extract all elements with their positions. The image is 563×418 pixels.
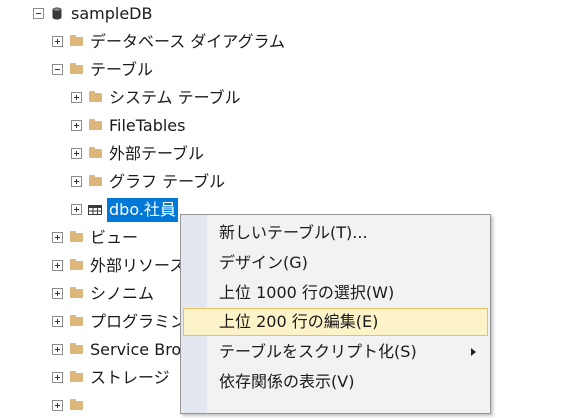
- folder-icon: [70, 231, 83, 242]
- menu-item-label: 上位 200 行の編集(E): [219, 312, 379, 331]
- expand-icon[interactable]: [71, 92, 82, 103]
- menu-item-label: 上位 1000 行の選択(W): [219, 283, 395, 302]
- tree-node-label: 外部テーブル: [109, 144, 205, 163]
- table-icon: [88, 205, 102, 215]
- expand-icon[interactable]: [71, 120, 82, 131]
- expand-icon[interactable]: [52, 260, 63, 271]
- folder-icon: [70, 259, 83, 270]
- menu-item-edit-top-200[interactable]: 上位 200 行の編集(E): [183, 308, 488, 336]
- database-icon: [52, 7, 62, 20]
- folder-icon: [70, 371, 83, 382]
- tree-node-label: ストレージ: [90, 368, 170, 387]
- tree-node-label: テーブル: [90, 60, 154, 79]
- tree-node-label: sampleDB: [71, 4, 153, 23]
- menu-item-design[interactable]: デザイン(G): [183, 249, 488, 277]
- expand-icon[interactable]: [52, 36, 63, 47]
- expand-icon[interactable]: [52, 232, 63, 243]
- expand-icon[interactable]: [71, 176, 82, 187]
- folder-icon: [70, 399, 83, 410]
- folder-icon: [70, 343, 83, 354]
- expand-icon[interactable]: [52, 400, 63, 411]
- menu-item-label: デザイン(G): [219, 253, 308, 272]
- menu-item-script-table[interactable]: テーブルをスクリプト化(S): [183, 338, 488, 366]
- menu-item-label: 新しいテーブル(T)...: [219, 223, 368, 242]
- menu-item-label: 依存関係の表示(V): [219, 372, 355, 391]
- menu-item-select-top-1000[interactable]: 上位 1000 行の選択(W): [183, 279, 488, 307]
- menu-item-view-dependencies[interactable]: 依存関係の表示(V): [183, 368, 488, 396]
- tree-node-label: シノニム: [90, 284, 155, 303]
- folder-icon: [89, 91, 102, 102]
- tree-node-label: 外部リソース: [90, 256, 186, 275]
- menu-item-new-table[interactable]: 新しいテーブル(T)...: [183, 219, 488, 247]
- collapse-icon[interactable]: [33, 8, 44, 19]
- folder-icon: [70, 63, 83, 74]
- tree-node-label: FileTables: [109, 116, 186, 135]
- folder-icon: [89, 175, 102, 186]
- folder-icon: [89, 119, 102, 130]
- expand-icon[interactable]: [71, 148, 82, 159]
- folder-icon: [70, 287, 83, 298]
- tree-node-label: データベース ダイアグラム: [90, 32, 286, 51]
- tree-node-label: システム テーブル: [109, 88, 241, 107]
- tree-node-label: グラフ テーブル: [109, 172, 226, 191]
- tree-node-label-selected: dbo.社員: [107, 198, 178, 222]
- tree-node-label: ビュー: [90, 228, 139, 247]
- menu-item-label: テーブルをスクリプト化(S): [219, 342, 417, 361]
- folder-icon: [89, 147, 102, 158]
- tree-node-label: Service Brok: [90, 340, 191, 359]
- collapse-icon[interactable]: [52, 64, 63, 75]
- folder-icon: [70, 315, 83, 326]
- expand-icon[interactable]: [52, 372, 63, 383]
- expand-icon[interactable]: [71, 204, 82, 215]
- expand-icon[interactable]: [52, 316, 63, 327]
- context-menu: 新しいテーブル(T)... デザイン(G) 上位 1000 行の選択(W) 上位…: [180, 214, 491, 414]
- expand-icon[interactable]: [52, 288, 63, 299]
- folder-icon: [70, 35, 83, 46]
- expand-icon[interactable]: [52, 344, 63, 355]
- submenu-arrow-icon: [471, 348, 476, 356]
